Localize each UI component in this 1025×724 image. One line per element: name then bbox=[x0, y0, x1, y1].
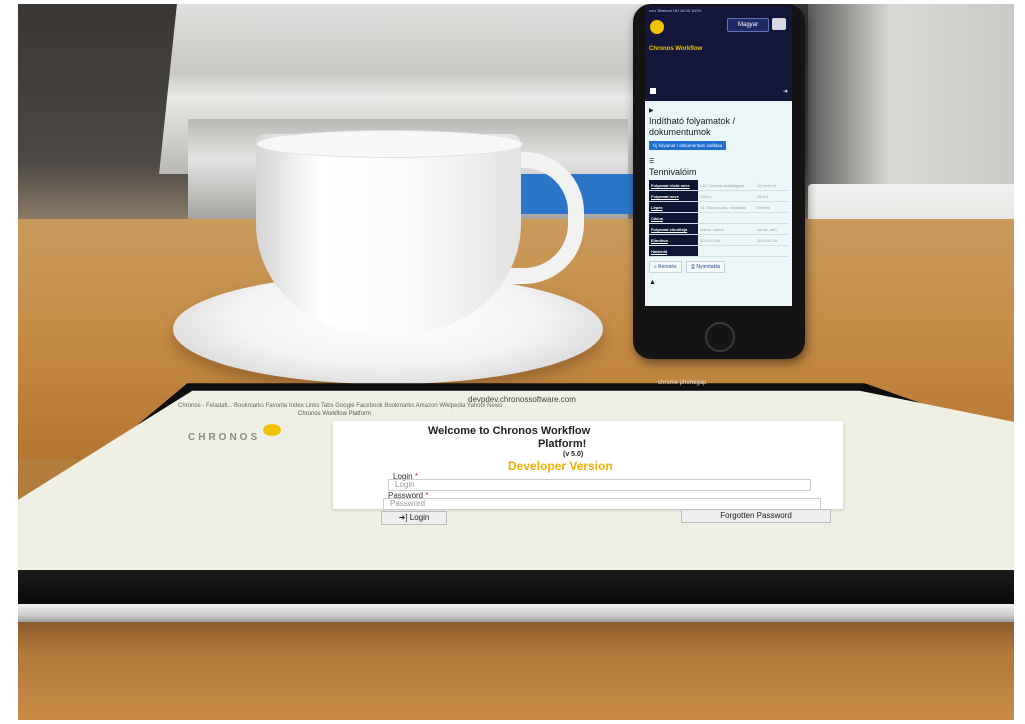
table-key[interactable]: Elindítva bbox=[649, 234, 699, 246]
phone-actions: ⌕ Keresés ⎙ Nyomtatás bbox=[649, 261, 788, 273]
browser-toolbar: devpdev.chronossoftware.com Chronos - Fe… bbox=[178, 389, 898, 419]
screen-reflection: chrome phonegap bbox=[658, 380, 707, 386]
table-row: Folyamat neve 16014 16014 bbox=[649, 190, 788, 202]
start-process-button[interactable]: Új folyamat / dokumentum indítása bbox=[649, 141, 727, 150]
tablet-edge bbox=[18, 604, 1014, 624]
phone-status-bar: ••••• Telekom HU 16:03 100% bbox=[649, 8, 702, 13]
print-button[interactable]: ⎙ Nyomtatás bbox=[685, 261, 726, 273]
table-row: Elindítva 2014.03.06. 2014.04.28. bbox=[649, 234, 788, 246]
lightbulb-icon bbox=[263, 424, 281, 436]
table-cell: LAC Számla szállítagyás bbox=[698, 180, 755, 191]
table-cell: 2014.03.06. bbox=[698, 234, 755, 246]
todo-title: Tennivalóim bbox=[649, 167, 697, 177]
table-key[interactable]: Folyamat rövid neve bbox=[649, 180, 699, 191]
smartphone: ••••• Telekom HU 16:03 100% Magyar Chron… bbox=[633, 4, 805, 359]
tab-title[interactable]: Chronos Workflow Platform bbox=[298, 411, 371, 417]
print-label: Nyomtatás bbox=[696, 264, 721, 270]
table-cell: Új verzió je bbox=[754, 180, 788, 191]
phone-body: ▶ Indítható folyamatok / dokumentumok Új… bbox=[645, 101, 792, 292]
menu-button[interactable] bbox=[772, 18, 786, 30]
background-shelf bbox=[808, 4, 1014, 204]
bookmarks-bar[interactable]: Chronos - Feladatl... Bookmarks Favorite… bbox=[178, 403, 502, 409]
table-key[interactable]: Ciklus bbox=[649, 212, 699, 224]
login-button[interactable]: ➜] Login bbox=[381, 511, 447, 525]
desk-front bbox=[18, 622, 1014, 720]
table-cell bbox=[698, 245, 755, 257]
table-cell: admin, admin bbox=[698, 223, 755, 235]
login-input[interactable]: Login bbox=[388, 479, 811, 491]
table-cell bbox=[754, 245, 788, 257]
table-key[interactable]: Folyamat elindítója bbox=[649, 223, 699, 235]
welcome-title: Welcome to Chronos Workflow bbox=[428, 425, 591, 437]
home-button[interactable] bbox=[705, 322, 735, 352]
phone-screen: ••••• Telekom HU 16:03 100% Magyar Chron… bbox=[645, 6, 792, 306]
table-key[interactable]: Lépés bbox=[649, 201, 699, 213]
chronos-logo: CHRONOS bbox=[188, 424, 328, 458]
search-label: Keresés bbox=[658, 264, 677, 270]
table-cell bbox=[754, 212, 788, 224]
logout-icon[interactable]: ➜ bbox=[783, 88, 788, 95]
list-icon: ☰ bbox=[649, 159, 655, 165]
coffee-cup bbox=[256, 134, 521, 334]
expand-icon[interactable]: ▶ bbox=[649, 107, 788, 114]
todo-table: Folyamat rövid neve LAC Számla szállítagy… bbox=[649, 180, 788, 257]
table-row: Ciklus bbox=[649, 212, 788, 224]
table-cell: Kitöltés bbox=[754, 201, 788, 213]
table-key[interactable]: Folyamat neve bbox=[649, 190, 699, 202]
table-cell: admin, adn bbox=[754, 223, 788, 235]
table-cell: 2014.04.28. bbox=[754, 234, 788, 246]
table-cell: 16014 bbox=[754, 190, 788, 202]
table-row: Folyamat rövid neve LAC Számla szállítagy… bbox=[649, 180, 788, 191]
photo: ••••• Telekom HU 16:03 100% Magyar Chron… bbox=[18, 4, 1014, 720]
table-row: Határidő bbox=[649, 245, 788, 257]
edition-label: Developer Version bbox=[508, 459, 613, 473]
welcome-title-2: Platform! bbox=[538, 438, 587, 450]
logo-text: CHRONOS bbox=[188, 432, 261, 443]
forgot-password-button[interactable]: Forgotten Password bbox=[681, 509, 831, 523]
phone-brand: Chronos Workflow bbox=[649, 46, 703, 52]
table-cell: 16014 bbox=[698, 190, 755, 202]
search-icon: ⌕ bbox=[654, 264, 657, 270]
search-button[interactable]: ⌕ Keresés bbox=[649, 261, 682, 273]
chronos-logo-icon bbox=[650, 20, 664, 34]
table-row: Folyamat elindítója admin, admin admin, ad… bbox=[649, 223, 788, 235]
cup-rim bbox=[256, 130, 523, 158]
login-panel: Welcome to Chronos Workflow Platform! (v… bbox=[333, 421, 843, 525]
table-cell bbox=[698, 212, 755, 224]
phone-header: ••••• Telekom HU 16:03 100% Magyar Chron… bbox=[645, 6, 792, 101]
table-row: Lépés 01. Elszámolás, szignálás Kitöltés bbox=[649, 201, 788, 213]
user-icon[interactable]: ▲ bbox=[649, 279, 788, 286]
table-key[interactable]: Határidő bbox=[649, 245, 699, 257]
language-select[interactable]: Magyar bbox=[727, 18, 769, 32]
tablet-bezel bbox=[18, 570, 1014, 606]
version-label: (v 5.0) bbox=[563, 451, 584, 458]
table-cell: 01. Elszámolás, szignálás bbox=[698, 201, 755, 213]
home-icon[interactable] bbox=[650, 88, 656, 94]
startable-processes-title: Indítható folyamatok / dokumentumok bbox=[649, 116, 736, 137]
print-icon: ⎙ bbox=[690, 264, 695, 270]
